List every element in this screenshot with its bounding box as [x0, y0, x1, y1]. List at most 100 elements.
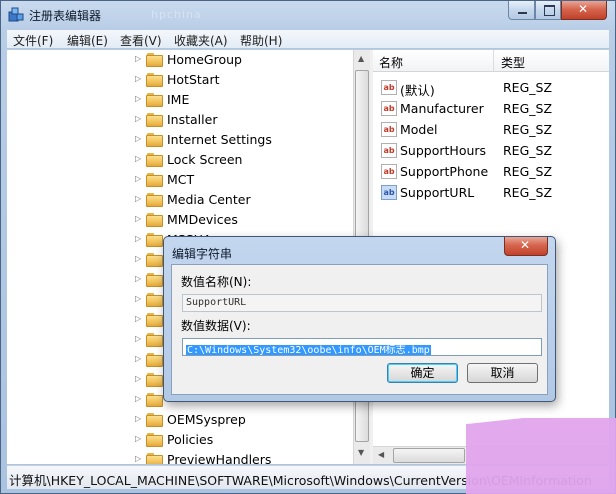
- scroll-left-arrow-icon[interactable]: ◀: [378, 450, 384, 459]
- folder-icon: [146, 273, 164, 287]
- tree-item[interactable]: ▷ MCT: [7, 170, 347, 190]
- tree-item-label: PreviewHandlers: [167, 452, 272, 464]
- string-value-icon: ab: [381, 164, 397, 179]
- tree-item[interactable]: ▷ PreviewHandlers: [7, 450, 347, 464]
- expand-arrow-icon[interactable]: ▷: [135, 134, 141, 143]
- menu-file[interactable]: 文件(F): [13, 32, 53, 49]
- value-name-field: SupportURL: [182, 294, 542, 312]
- tree-item[interactable]: ▷ OEMSysprep: [7, 410, 347, 430]
- tree-item[interactable]: ▷ Policies: [7, 430, 347, 450]
- menu-help[interactable]: 帮助(H): [240, 32, 282, 49]
- folder-icon: [146, 253, 164, 267]
- folder-icon: [146, 333, 164, 347]
- folder-icon: [146, 393, 164, 407]
- expand-arrow-icon[interactable]: ▷: [135, 74, 141, 83]
- value-data-input[interactable]: C:\Windows\System32\oobe\info\OEM标志.bmp: [182, 338, 542, 356]
- menu-bar: 文件(F) 编辑(E) 查看(V) 收藏夹(A) 帮助(H): [7, 30, 609, 49]
- folder-icon: [146, 173, 164, 187]
- expand-arrow-icon[interactable]: ▷: [135, 174, 141, 183]
- tree-item-label: Media Center: [167, 192, 251, 207]
- value-name-label: 数值名称(N):: [181, 275, 252, 289]
- expand-arrow-icon[interactable]: ▷: [135, 194, 141, 203]
- column-type-header[interactable]: 类型: [501, 54, 525, 71]
- tree-item[interactable]: ▷ HotStart: [7, 70, 347, 90]
- corner-decoration: [466, 418, 616, 494]
- tree-item[interactable]: ▷ Internet Settings: [7, 130, 347, 150]
- expand-arrow-icon[interactable]: ▷: [135, 94, 141, 103]
- tree-item[interactable]: ▷ Installer: [7, 110, 347, 130]
- menu-edit[interactable]: 编辑(E): [67, 32, 108, 49]
- close-button[interactable]: [561, 1, 607, 20]
- value-name: Manufacturer: [400, 101, 484, 116]
- value-row[interactable]: ab Model REG_SZ: [373, 119, 609, 140]
- tree-item-label: MMDevices: [167, 212, 238, 227]
- expand-arrow-icon[interactable]: ▷: [135, 254, 141, 263]
- folder-icon: [146, 293, 164, 307]
- expand-arrow-icon[interactable]: ▷: [135, 374, 141, 383]
- column-name-header[interactable]: 名称: [379, 54, 403, 71]
- expand-arrow-icon[interactable]: ▷: [135, 214, 141, 223]
- tree-item-label: Policies: [167, 432, 214, 447]
- folder-icon: [146, 133, 164, 147]
- folder-icon: [146, 113, 164, 127]
- tree-item-label: MCT: [167, 172, 195, 187]
- expand-arrow-icon[interactable]: ▷: [135, 354, 141, 363]
- menu-view[interactable]: 查看(V): [120, 32, 162, 49]
- dialog-close-button[interactable]: [504, 237, 548, 256]
- expand-arrow-icon[interactable]: ▷: [135, 334, 141, 343]
- dialog-body: 数值名称(N): SupportURL 数值数据(V): C:\Windows\…: [171, 264, 548, 395]
- value-type: REG_SZ: [503, 185, 553, 200]
- expand-arrow-icon[interactable]: ▷: [135, 54, 141, 63]
- expand-arrow-icon[interactable]: ▷: [135, 234, 141, 243]
- tree-item[interactable]: ▷ HomeGroup: [7, 50, 347, 70]
- folder-icon: [146, 433, 164, 447]
- folder-icon: [146, 233, 164, 247]
- string-value-icon: ab: [381, 185, 397, 200]
- tree-item[interactable]: ▷ Media Center: [7, 190, 347, 210]
- value-row[interactable]: ab SupportHours REG_SZ: [373, 140, 609, 161]
- tree-item[interactable]: ▷ MMDevices: [7, 210, 347, 230]
- folder-icon: [146, 53, 164, 67]
- ghost-title: hpchina: [151, 8, 202, 21]
- tree-item-label: OEMSysprep: [167, 412, 246, 427]
- string-value-icon: ab: [381, 143, 397, 158]
- expand-arrow-icon[interactable]: ▷: [135, 314, 141, 323]
- expand-arrow-icon[interactable]: ▷: [135, 454, 141, 463]
- menu-favorites[interactable]: 收藏夹(A): [174, 32, 228, 49]
- value-row[interactable]: ab SupportPhone REG_SZ: [373, 161, 609, 182]
- scroll-up-arrow-icon[interactable]: ▲: [358, 54, 364, 63]
- window-title: 注册表编辑器: [29, 9, 102, 23]
- value-data-selected-text: C:\Windows\System32\oobe\info\OEM标志.bmp: [186, 345, 431, 356]
- folder-icon: [146, 453, 164, 464]
- value-data-label: 数值数据(V):: [181, 319, 251, 333]
- value-row[interactable]: ab SupportURL REG_SZ: [373, 182, 609, 203]
- tree-item[interactable]: ▷ Lock Screen: [7, 150, 347, 170]
- registry-editor-app-icon: [8, 7, 24, 22]
- ok-button[interactable]: 确定: [387, 363, 458, 383]
- value-name: SupportURL: [400, 185, 475, 200]
- expand-arrow-icon[interactable]: ▷: [135, 114, 141, 123]
- scroll-down-arrow-icon[interactable]: ▼: [358, 448, 364, 457]
- expand-arrow-icon[interactable]: ▷: [135, 154, 141, 163]
- expand-arrow-icon[interactable]: ▷: [135, 274, 141, 283]
- folder-icon: [146, 213, 164, 227]
- tree-item-label: HotStart: [167, 72, 220, 87]
- dialog-title: 编辑字符串: [172, 247, 233, 261]
- expand-arrow-icon[interactable]: ▷: [135, 394, 141, 403]
- title-bar[interactable]: 注册表编辑器 hpchina: [1, 1, 615, 29]
- value-type: REG_SZ: [503, 164, 553, 179]
- expand-arrow-icon[interactable]: ▷: [135, 294, 141, 303]
- folder-icon: [146, 353, 164, 367]
- value-row[interactable]: ab Manufacturer REG_SZ: [373, 98, 609, 119]
- list-scroll-thumb[interactable]: [393, 448, 465, 463]
- maximize-button[interactable]: [535, 1, 561, 20]
- minimize-button[interactable]: [508, 1, 535, 20]
- folder-icon: [146, 153, 164, 167]
- value-name: (默认): [400, 83, 435, 98]
- cancel-button[interactable]: 取消: [467, 363, 538, 383]
- expand-arrow-icon[interactable]: ▷: [135, 434, 141, 443]
- value-row[interactable]: ab (默认) REG_SZ: [373, 77, 609, 98]
- tree-item[interactable]: ▷ IME: [7, 90, 347, 110]
- tree-item-label: HomeGroup: [167, 52, 242, 67]
- expand-arrow-icon[interactable]: ▷: [135, 414, 141, 423]
